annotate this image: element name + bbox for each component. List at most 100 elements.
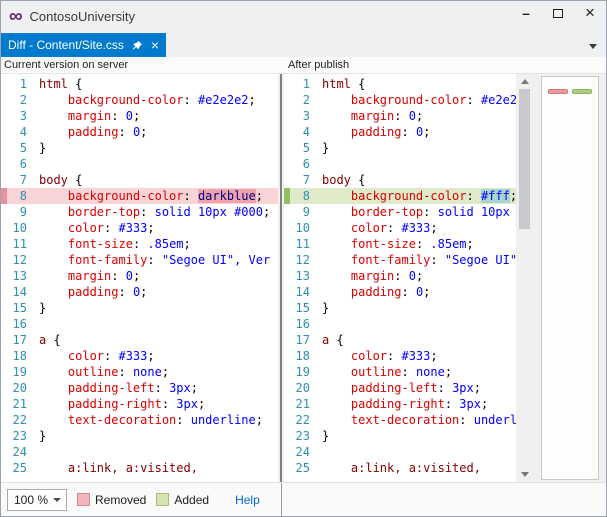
tab-close-icon[interactable]: × xyxy=(151,38,159,52)
title-bar[interactable]: ∞ ContosoUniversity – × xyxy=(1,1,606,31)
code-pane-right[interactable]: 1html {2 background-color: #e2e23 margin… xyxy=(284,74,516,482)
code-pane-left[interactable]: 1html {2 background-color: #e2e2e2;3 mar… xyxy=(1,74,278,482)
tab-overflow-dropdown-icon[interactable] xyxy=(589,44,597,49)
diff-code-region: 1html {2 background-color: #e2e2e2;3 mar… xyxy=(1,74,606,482)
line-number: 5 xyxy=(7,140,39,156)
line-number: 7 xyxy=(7,172,39,188)
code-text: margin: 0; xyxy=(322,108,423,124)
line-number: 2 xyxy=(7,92,39,108)
code-line: 20 padding-left: 3px; xyxy=(1,380,278,396)
pin-icon[interactable] xyxy=(131,39,144,52)
line-number: 20 xyxy=(290,380,322,396)
line-number: 13 xyxy=(290,268,322,284)
overview-removed-mark[interactable] xyxy=(548,89,568,94)
code-text: margin: 0; xyxy=(322,268,423,284)
line-number: 3 xyxy=(290,108,322,124)
line-number: 21 xyxy=(7,396,39,412)
code-text: text-decoration: underl xyxy=(322,412,516,428)
line-number: 14 xyxy=(290,284,322,300)
code-line: 17a { xyxy=(1,332,278,348)
code-text: font-size: .85em; xyxy=(322,236,474,252)
code-text: padding-right: 3px; xyxy=(322,396,488,412)
code-line: 20 padding-left: 3px; xyxy=(284,380,516,396)
line-number: 9 xyxy=(7,204,39,220)
zoom-caret-icon xyxy=(53,498,61,502)
line-number: 3 xyxy=(7,108,39,124)
pane-splitter[interactable] xyxy=(278,74,284,482)
code-text: padding-right: 3px; xyxy=(39,396,205,412)
help-link[interactable]: Help xyxy=(235,493,260,507)
legend-added-swatch xyxy=(156,493,169,506)
visual-studio-logo-icon: ∞ xyxy=(9,7,23,26)
tab-label: Diff - Content/Site.css xyxy=(8,38,124,52)
line-number: 20 xyxy=(7,380,39,396)
code-text: border-top: solid 10px #000; xyxy=(39,204,270,220)
window-title: ContosoUniversity xyxy=(30,9,510,24)
code-text: } xyxy=(322,300,329,316)
close-button[interactable]: × xyxy=(574,1,606,25)
code-line: 22 text-decoration: underl xyxy=(284,412,516,428)
code-text: background-color: #fff; xyxy=(322,188,516,204)
scrollbar-thumb[interactable] xyxy=(519,89,530,229)
line-number: 15 xyxy=(290,300,322,316)
line-number: 12 xyxy=(7,252,39,268)
line-number: 24 xyxy=(290,444,322,460)
code-line: 18 color: #333; xyxy=(284,348,516,364)
code-line: 3 margin: 0; xyxy=(284,108,516,124)
legend-removed: Removed xyxy=(77,493,146,507)
line-number: 21 xyxy=(290,396,322,412)
line-number: 1 xyxy=(7,76,39,92)
scroll-up-icon[interactable] xyxy=(521,79,529,84)
code-line: 6 xyxy=(284,156,516,172)
legend-added-label: Added xyxy=(174,493,209,507)
pane-header-left: Current version on server xyxy=(1,57,284,73)
code-line: 5} xyxy=(1,140,278,156)
code-line: 24 xyxy=(284,444,516,460)
line-number: 9 xyxy=(290,204,322,220)
code-line: 22 text-decoration: underline; xyxy=(1,412,278,428)
code-line: 10 color: #333; xyxy=(1,220,278,236)
code-line: 9 border-top: solid 10px #000; xyxy=(1,204,278,220)
line-number: 8 xyxy=(290,188,322,204)
code-line: 25 a:link, a:visited, xyxy=(1,460,278,476)
zoom-select[interactable]: 100 % xyxy=(7,489,67,511)
minimize-button[interactable]: – xyxy=(510,1,542,25)
tab-strip: Diff - Content/Site.css × xyxy=(1,31,606,57)
code-line: 2 background-color: #e2e2 xyxy=(284,92,516,108)
code-text: padding-left: 3px; xyxy=(39,380,198,396)
code-text: outline: none; xyxy=(39,364,169,380)
code-text: border-top: solid 10px xyxy=(322,204,516,220)
line-number: 22 xyxy=(290,412,322,428)
code-line: 8 background-color: #fff; xyxy=(284,188,516,204)
line-number: 19 xyxy=(290,364,322,380)
scroll-down-icon[interactable] xyxy=(521,472,529,477)
code-text: background-color: #e2e2 xyxy=(322,92,516,108)
maximize-button[interactable] xyxy=(542,1,574,25)
pane-headers: Current version on server After publish xyxy=(1,57,606,74)
code-text: a:link, a:visited, xyxy=(322,460,481,476)
code-text: } xyxy=(322,428,329,444)
code-text: } xyxy=(39,428,46,444)
line-number: 17 xyxy=(7,332,39,348)
code-text: color: #333; xyxy=(322,348,438,364)
code-text: body { xyxy=(322,172,365,188)
line-number: 10 xyxy=(7,220,39,236)
code-text: } xyxy=(39,140,46,156)
code-text: background-color: #e2e2e2; xyxy=(39,92,256,108)
diff-overview-strip[interactable] xyxy=(541,76,599,480)
overview-added-mark[interactable] xyxy=(572,89,592,94)
code-text: font-size: .85em; xyxy=(39,236,191,252)
code-line: 16 xyxy=(284,316,516,332)
tab-diff-site-css[interactable]: Diff - Content/Site.css × xyxy=(1,33,166,57)
line-number: 16 xyxy=(290,316,322,332)
code-line: 23} xyxy=(284,428,516,444)
code-line: 2 background-color: #e2e2e2; xyxy=(1,92,278,108)
vertical-scrollbar[interactable] xyxy=(516,74,533,482)
code-line: 5} xyxy=(284,140,516,156)
code-line: 11 font-size: .85em; xyxy=(1,236,278,252)
status-bar: 100 % Removed Added Help xyxy=(1,482,606,516)
code-text: } xyxy=(39,300,46,316)
code-text: color: #333; xyxy=(39,220,155,236)
code-line: 7body { xyxy=(1,172,278,188)
code-line: 11 font-size: .85em; xyxy=(284,236,516,252)
